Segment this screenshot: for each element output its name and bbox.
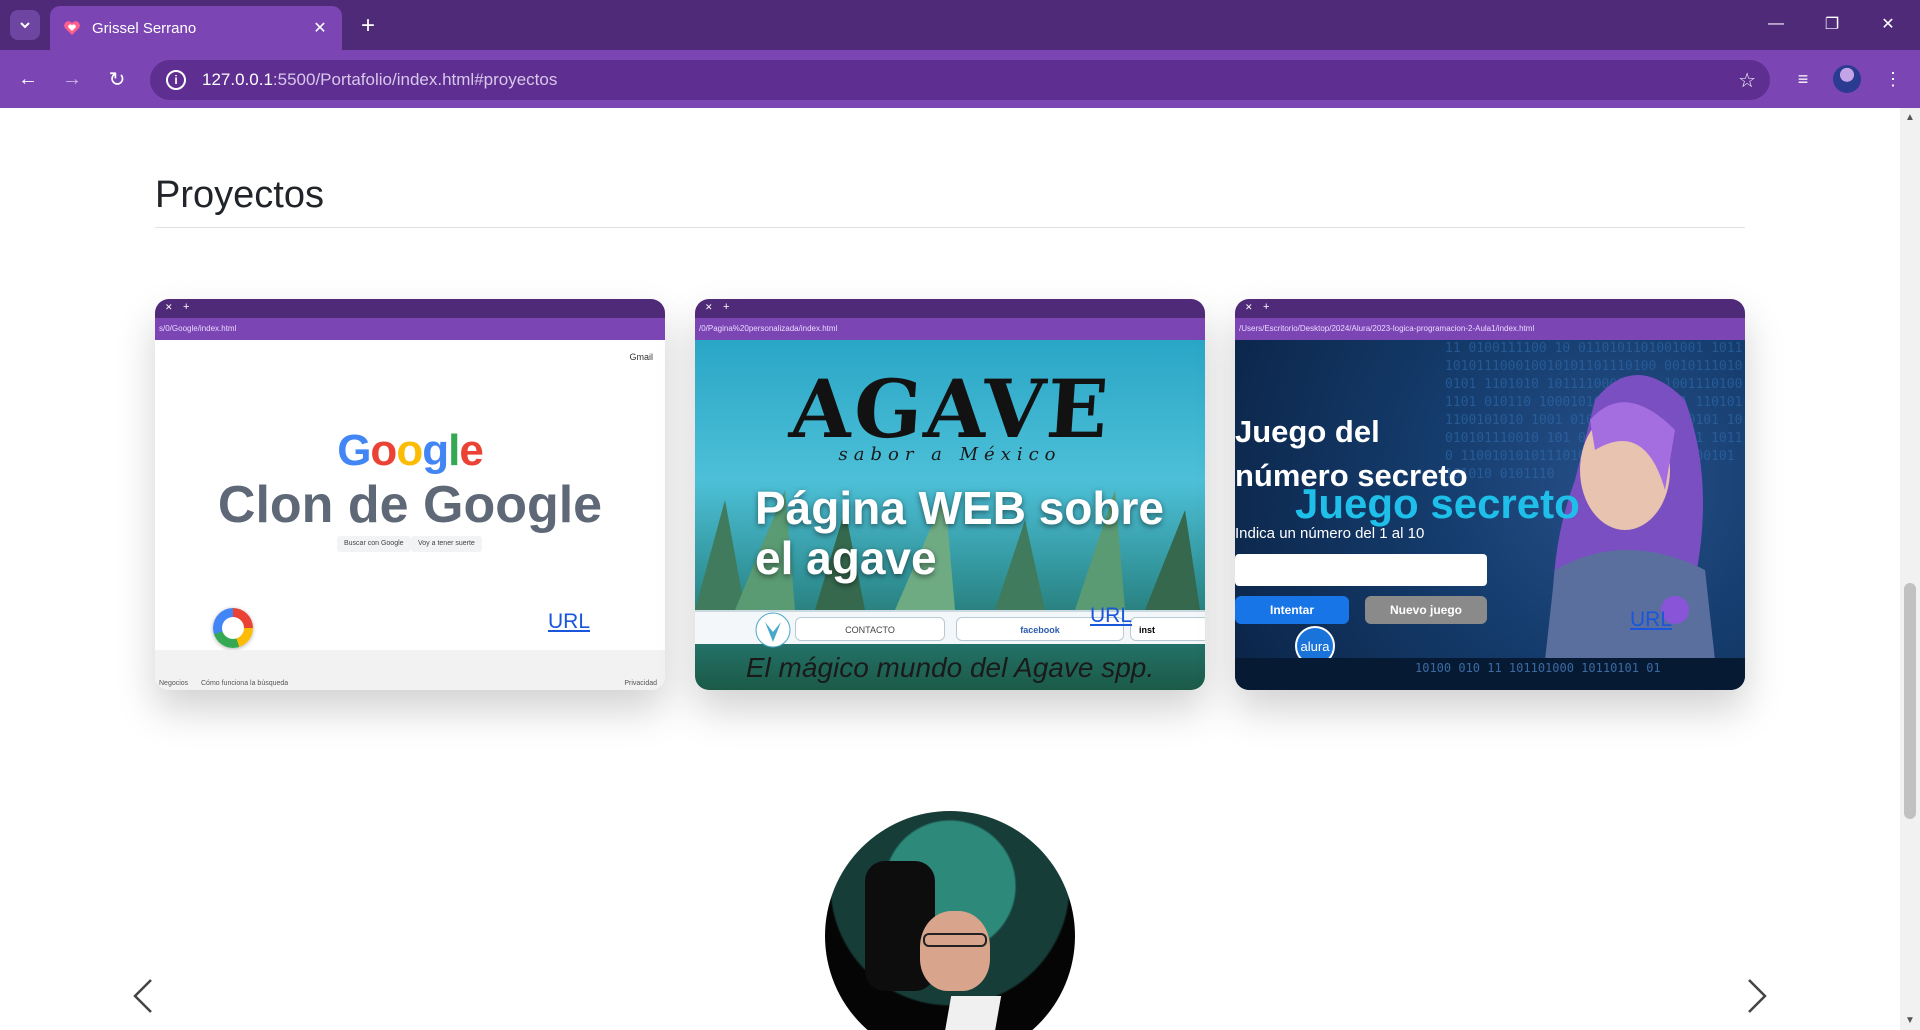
menu-dots-icon[interactable]: ⋮ [1878,64,1908,94]
mini-url: /Users/Escritorio/Desktop/2024/Alura/202… [1235,318,1745,340]
project-card-google[interactable]: ✕ + s/0/Google/index.html Gmail Google Cl… [155,299,665,690]
mini-tabbar: ✕ + [155,299,665,318]
back-button[interactable]: ← [12,63,44,95]
carousel-prev-button[interactable] [128,976,158,1016]
minimize-button[interactable]: — [1754,8,1798,40]
scroll-up-icon[interactable]: ▲ [1905,112,1915,123]
binary-footer: 10100 010 11 101101000 10110101 01 [1235,658,1745,690]
mini-tabbar: ✕ + [695,299,1205,318]
bookmark-star-icon[interactable]: ☆ [1738,68,1756,93]
testimonial-avatar [825,811,1075,1030]
media-control-icon[interactable]: ≡ [1788,64,1818,94]
chevron-right-icon [1748,979,1767,1013]
project-screenshot: Gmail Google Clon de Google Buscar con G… [155,340,665,690]
project-screenshot: 11 0100111100 10 0110101101001001 101110… [1235,340,1745,690]
site-info-icon[interactable]: i [166,70,186,90]
project-card-agave[interactable]: ✕ + /0/Pagina%20personalizada/index.html … [695,299,1205,690]
heart-icon [62,18,82,38]
project-title: Clon de Google [217,476,603,534]
tab-search-button[interactable] [10,10,40,40]
scroll-thumb[interactable] [1904,583,1916,819]
page-scrollbar[interactable]: ▲ ▼ [1900,108,1920,1030]
game-hint: Indica un número del 1 al 10 [1235,525,1425,542]
profile-avatar[interactable] [1833,65,1861,93]
project-title: Juego secreto [1295,480,1580,527]
agave-subtitle: sabor a México [838,444,1062,465]
chevron-left-icon [133,979,152,1013]
search-button-mock: Buscar con Google [337,536,411,552]
agave-logo: AGAVE [786,362,1114,456]
carousel-next-button[interactable] [1742,976,1772,1016]
tab-title: Grissel Serrano [92,19,197,37]
reload-button[interactable]: ↻ [101,63,133,95]
google-footer: Negocios Cómo funciona la búsqueda Priva… [155,650,665,690]
project-url-link[interactable]: URL [1090,604,1132,628]
lucky-button-mock: Voy a tener suerte [411,536,482,552]
page-viewport: Proyectos ✕ + s/0/Google/index.html Gmail… [0,108,1900,1030]
restore-button[interactable]: ❐ [1810,8,1854,40]
try-button-mock: Intentar [1235,596,1349,624]
number-input-mock [1235,554,1487,586]
mini-url: /0/Pagina%20personalizada/index.html [695,318,1205,340]
section-divider [155,227,1745,228]
url-text: 127.0.0.1:5500/Portafolio/index.html#pro… [202,70,558,89]
close-window-button[interactable]: ✕ [1866,8,1910,40]
project-card-juego-secreto[interactable]: ✕ + /Users/Escritorio/Desktop/2024/Alura/… [1235,299,1745,690]
forward-button[interactable]: → [56,63,88,95]
mini-url: s/0/Google/index.html [155,318,665,340]
tab-close-icon[interactable]: ✕ [310,18,330,38]
mini-tabbar: ✕ + [1235,299,1745,318]
google-logo: Google [337,426,484,475]
browser-tab-active[interactable]: Grissel Serrano ✕ [50,6,342,50]
browser-toolbar: ← → ↻ i 127.0.0.1:5500/Portafolio/index.… [0,50,1920,108]
browser-tabbar: Grissel Serrano ✕ + — ❐ ✕ [0,0,1920,50]
scroll-down-icon[interactable]: ▼ [1905,1015,1915,1026]
project-screenshot: AGAVE sabor a México Página WEB sobre el… [695,340,1205,690]
project-url-link[interactable]: URL [548,610,590,634]
new-tab-button[interactable]: + [354,12,382,40]
google-g-icon [213,608,253,648]
agave-bottom-heading: El mágico mundo del Agave spp. [745,652,1155,683]
section-title: Proyectos [155,174,324,216]
gmail-link: Gmail [629,352,653,362]
project-url-link[interactable]: URL [1630,608,1672,632]
chevron-down-icon [20,22,30,29]
project-title: Página WEB sobre el agave [755,482,1164,584]
agave-flower-icon [755,612,791,648]
address-bar[interactable]: i 127.0.0.1:5500/Portafolio/index.html#p… [150,60,1770,100]
new-game-button-mock: Nuevo juego [1365,596,1487,624]
